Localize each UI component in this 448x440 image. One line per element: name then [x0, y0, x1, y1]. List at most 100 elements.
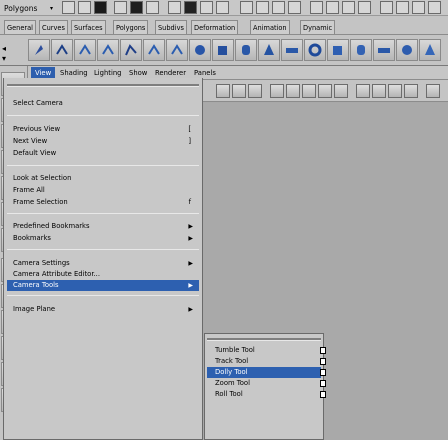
save-scene-icon[interactable]: [94, 1, 107, 14]
cube-primitive-2-icon[interactable]: [327, 39, 349, 61]
submenu-item-label: Tumble Tool: [215, 346, 255, 354]
select-object-icon[interactable]: [130, 1, 143, 14]
menu-item-camera-settings[interactable]: Camera Settings ▶: [7, 258, 199, 269]
render-settings-icon[interactable]: [288, 1, 301, 14]
menu-item-shortcut: f: [188, 198, 191, 206]
graph-editor-toggle-icon[interactable]: [412, 1, 425, 14]
ipr-render-icon[interactable]: [272, 1, 285, 14]
layer-editor-toggle-icon[interactable]: [358, 1, 371, 14]
grid-icon[interactable]: [232, 84, 246, 98]
zoom-tool-options-icon[interactable]: [320, 380, 326, 387]
shelf-scroll-up-icon[interactable]: ◂: [2, 44, 6, 53]
film-gate-icon[interactable]: [248, 84, 262, 98]
submenu-item-roll-tool[interactable]: Roll Tool: [207, 389, 321, 400]
channel-box-toggle-icon[interactable]: [310, 1, 323, 14]
menu-separator: [7, 295, 199, 296]
menu-item-frame-selection[interactable]: Frame Selection f: [7, 197, 199, 208]
shelf-tab-deformation[interactable]: Deformation: [191, 20, 239, 34]
menu-item-image-plane[interactable]: Image Plane ▶: [7, 304, 199, 315]
menu-item-label: Camera Attribute Editor...: [13, 270, 100, 278]
scale-tool-icon[interactable]: [120, 39, 142, 61]
wireframe-icon[interactable]: [270, 84, 284, 98]
move-tool-icon[interactable]: [74, 39, 96, 61]
menu-tearoff[interactable]: [207, 338, 321, 341]
menu-item-bookmarks[interactable]: Bookmarks ▶: [7, 233, 199, 244]
cone-primitive-2-icon[interactable]: [419, 39, 441, 61]
menu-item-look-at-selection[interactable]: Look at Selection: [7, 173, 199, 184]
smooth-shade-icon[interactable]: [286, 84, 300, 98]
shelf-tab-polygons[interactable]: Polygons: [113, 20, 149, 34]
cylinder-primitive-2-icon[interactable]: [350, 39, 372, 61]
snap-view-icon[interactable]: [216, 1, 229, 14]
tool-settings-toggle-icon[interactable]: [342, 1, 355, 14]
plane-primitive-2-icon[interactable]: [373, 39, 395, 61]
snap-grid-icon[interactable]: [168, 1, 181, 14]
menu-item-frame-all[interactable]: Frame All: [7, 185, 199, 196]
lights-icon[interactable]: [318, 84, 332, 98]
torus-primitive-icon[interactable]: [304, 39, 326, 61]
shelf-tab-subdivs[interactable]: Subdivs: [155, 20, 187, 34]
isolate-select-icon[interactable]: [372, 84, 386, 98]
shelf-tab-animation[interactable]: Animation: [250, 20, 290, 34]
submenu-item-label: Roll Tool: [215, 390, 243, 398]
submenu-item-label: Zoom Tool: [215, 379, 250, 387]
menu-item-camera-attribute-editor[interactable]: Camera Attribute Editor...: [7, 269, 199, 280]
select-component-icon[interactable]: [146, 1, 159, 14]
outliner-toggle-icon[interactable]: [380, 1, 393, 14]
submenu-item-label: Track Tool: [215, 357, 249, 365]
menu-item-next-view[interactable]: Next View ]: [7, 136, 199, 147]
submenu-item-tumble-tool[interactable]: Tumble Tool: [207, 345, 321, 356]
attribute-editor-toggle-icon[interactable]: [326, 1, 339, 14]
roll-tool-options-icon[interactable]: [320, 391, 326, 398]
dropdown-arrow-icon: ▾: [50, 5, 54, 12]
hypershade-toggle-icon[interactable]: [396, 1, 409, 14]
camera-icon[interactable]: [426, 84, 440, 98]
lasso-tool-icon[interactable]: [51, 39, 73, 61]
open-scene-icon[interactable]: [78, 1, 91, 14]
manipulator-icon[interactable]: [143, 39, 165, 61]
menu-item-previous-view[interactable]: Previous View [: [7, 124, 199, 135]
plane-primitive-icon[interactable]: [281, 39, 303, 61]
menu-tearoff[interactable]: [7, 84, 199, 87]
shelf-scroll-down-icon[interactable]: ▾: [2, 54, 6, 63]
rotate-tool-icon[interactable]: [97, 39, 119, 61]
menu-item-default-view[interactable]: Default View: [7, 148, 199, 159]
camera-attributes-icon[interactable]: [216, 84, 230, 98]
shadows-icon[interactable]: [334, 84, 348, 98]
high-quality-icon[interactable]: [388, 84, 402, 98]
select-hierarchy-icon[interactable]: [114, 1, 127, 14]
status-line: Polygons ▾: [0, 0, 448, 16]
sphere-primitive-2-icon[interactable]: [396, 39, 418, 61]
textured-icon[interactable]: [302, 84, 316, 98]
submenu-item-track-tool[interactable]: Track Tool: [207, 356, 321, 367]
shelf-tab-dynamics[interactable]: Dynamic: [300, 20, 336, 34]
track-tool-options-icon[interactable]: [320, 358, 326, 365]
sphere-primitive-icon[interactable]: [189, 39, 211, 61]
render-icon[interactable]: [256, 1, 269, 14]
shelf-tab-curves[interactable]: Curves: [39, 20, 68, 34]
shelf-tab-general[interactable]: General: [4, 20, 36, 34]
submenu-item-zoom-tool[interactable]: Zoom Tool: [207, 378, 321, 389]
new-scene-icon[interactable]: [62, 1, 75, 14]
cone-primitive-icon[interactable]: [258, 39, 280, 61]
menu-item-predefined-bookmarks[interactable]: Predefined Bookmarks ▶: [7, 221, 199, 232]
history-icon[interactable]: [240, 1, 253, 14]
dolly-tool-options-icon[interactable]: [320, 369, 326, 376]
select-tool-icon[interactable]: [28, 39, 50, 61]
tumble-tool-options-icon[interactable]: [320, 347, 326, 354]
cube-primitive-icon[interactable]: [212, 39, 234, 61]
shelf-tab-surfaces[interactable]: Surfaces: [71, 20, 106, 34]
snap-point-icon[interactable]: [200, 1, 213, 14]
menu-item-select-camera[interactable]: Select Camera: [7, 98, 199, 109]
submenu-arrow-icon: ▶: [188, 223, 193, 230]
render-view-toggle-icon[interactable]: [428, 1, 441, 14]
menu-set-selector[interactable]: Polygons ▾: [2, 1, 58, 14]
xray-icon[interactable]: [356, 84, 370, 98]
submenu-item-dolly-tool[interactable]: Dolly Tool: [207, 367, 321, 378]
cylinder-primitive-icon[interactable]: [235, 39, 257, 61]
menu-item-camera-tools[interactable]: Camera Tools ▶: [7, 280, 199, 291]
soft-mod-icon[interactable]: [166, 39, 188, 61]
maya-window: Polygons ▾ General Curves Surfaces Polyg…: [0, 0, 448, 440]
snap-curve-icon[interactable]: [184, 1, 197, 14]
resolution-gate-icon[interactable]: [404, 84, 418, 98]
